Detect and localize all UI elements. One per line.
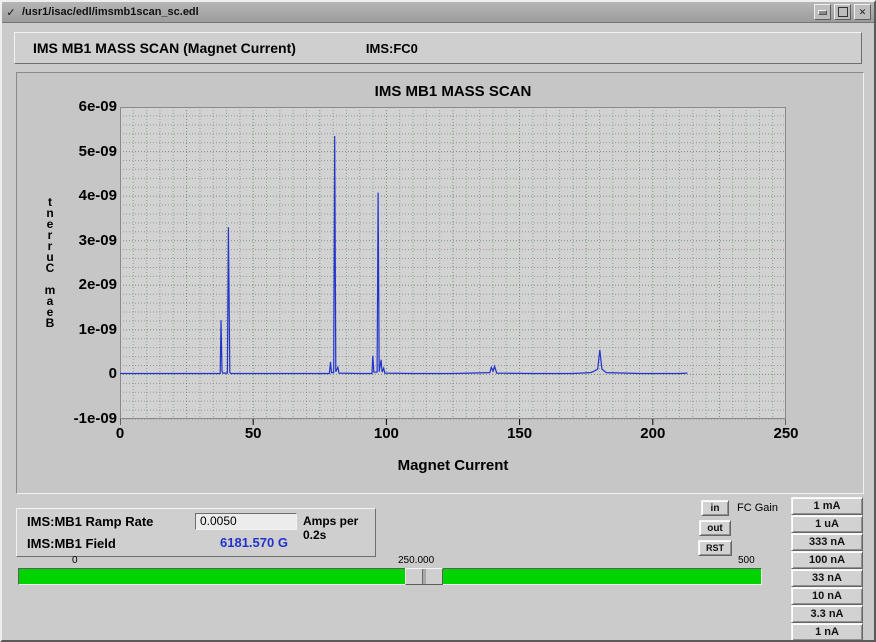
gain-button-1-ua[interactable]: 1 uA <box>791 515 863 533</box>
mass-scan-plot <box>120 107 786 425</box>
minimize-button[interactable] <box>814 4 831 20</box>
window-menu-icon[interactable]: ✓ <box>2 6 20 19</box>
x-tick-label: 150 <box>492 425 548 442</box>
slider-max-label: 500 <box>738 555 755 566</box>
gain-button-100-na[interactable]: 100 nA <box>791 551 863 569</box>
slider-min-label: 0 <box>72 555 78 566</box>
y-tick-label: 0 <box>45 365 117 382</box>
page-title: IMS MB1 MASS SCAN (Magnet Current) <box>33 40 296 56</box>
x-tick-label: 200 <box>625 425 681 442</box>
gain-button-333-na[interactable]: 333 nA <box>791 533 863 551</box>
fc-out-button[interactable]: out <box>699 520 731 536</box>
x-tick-label: 250 <box>758 425 814 442</box>
x-tick-label: 100 <box>358 425 414 442</box>
ramp-panel: IMS:MB1 Ramp Rate 0.0050 Amps per 0.2s I… <box>16 508 376 557</box>
magnet-current-slider-track[interactable] <box>18 568 762 585</box>
maximize-button[interactable] <box>834 4 851 20</box>
gain-button-1-ma[interactable]: 1 mA <box>791 497 863 515</box>
close-icon: ✕ <box>859 8 867 17</box>
y-tick-label: 2e-09 <box>45 276 117 293</box>
x-tick-label: 50 <box>225 425 281 442</box>
close-button[interactable]: ✕ <box>854 4 871 20</box>
y-tick-label: 6e-09 <box>45 98 117 115</box>
header-panel: IMS MB1 MASS SCAN (Magnet Current) IMS:F… <box>14 32 862 64</box>
y-tick-label: 3e-09 <box>45 232 117 249</box>
slider-thumb-divider <box>422 569 426 584</box>
y-tick-label: 1e-09 <box>45 321 117 338</box>
plot-area <box>120 107 786 425</box>
field-value: 6181.570 G <box>189 535 319 550</box>
fc-in-button[interactable]: in <box>701 500 729 516</box>
slider-thumb[interactable] <box>405 568 443 585</box>
x-axis-label: Magnet Current <box>120 457 786 474</box>
gain-button-3-3-na[interactable]: 3.3 nA <box>791 605 863 623</box>
edm-window: ✓ /usr1/isac/edl/imsmb1scan_sc.edl ✕ IMS… <box>0 0 876 642</box>
fc-gain-label: FC Gain <box>737 502 778 514</box>
gain-button-10-na[interactable]: 10 nA <box>791 587 863 605</box>
gain-button-1-na[interactable]: 1 nA <box>791 623 863 641</box>
y-tick-label: 5e-09 <box>45 143 117 160</box>
slider-value-label: 250.000 <box>398 555 434 566</box>
x-tick-label: 0 <box>92 425 148 442</box>
chart-panel: IMS MB1 MASS SCAN tnerruC maeB 6e-09 5e-0… <box>16 72 864 494</box>
title-bar[interactable]: ✓ /usr1/isac/edl/imsmb1scan_sc.edl ✕ <box>2 2 874 23</box>
fc-rst-button[interactable]: RST <box>698 540 732 556</box>
y-tick-label: 4e-09 <box>45 187 117 204</box>
y-axis-label: tnerruC maeB <box>41 197 59 329</box>
minimize-icon <box>818 10 827 15</box>
ramp-rate-input[interactable]: 0.0050 <box>195 513 297 530</box>
chart-title: IMS MB1 MASS SCAN <box>120 83 786 100</box>
gain-button-33-na[interactable]: 33 nA <box>791 569 863 587</box>
field-label: IMS:MB1 Field <box>27 536 116 551</box>
maximize-icon <box>838 7 848 17</box>
ramp-rate-label: IMS:MB1 Ramp Rate <box>27 514 153 529</box>
window-title: /usr1/isac/edl/imsmb1scan_sc.edl <box>20 6 814 18</box>
device-label: IMS:FC0 <box>366 41 418 56</box>
